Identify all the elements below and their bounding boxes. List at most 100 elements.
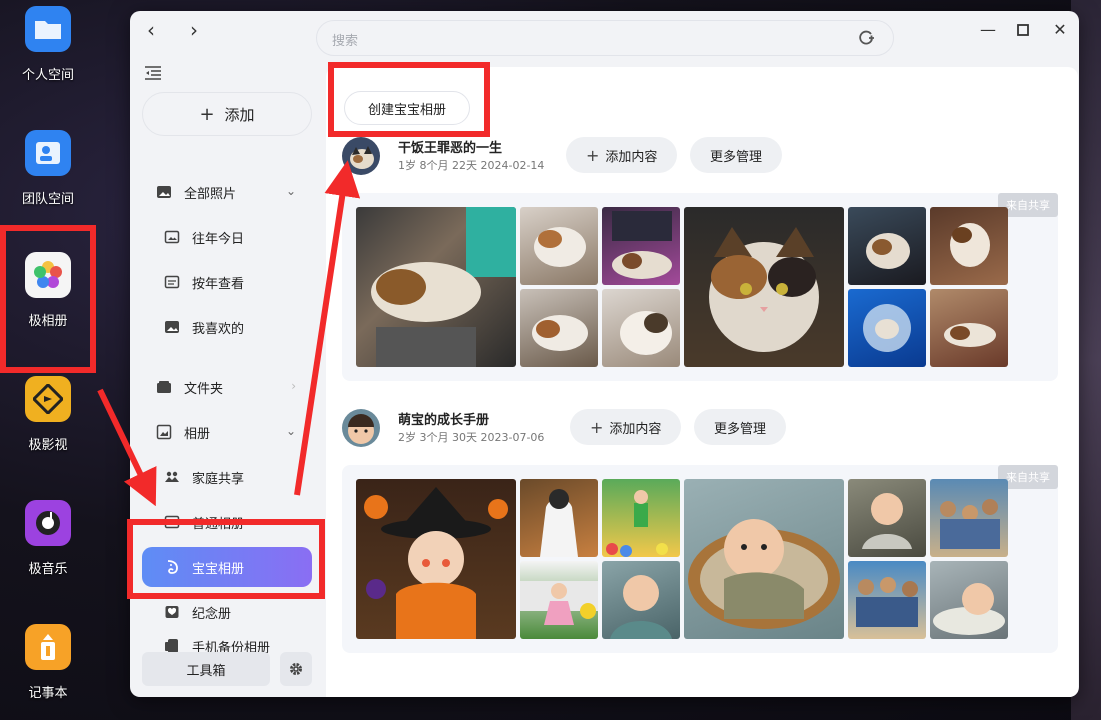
- settings-button[interactable]: [280, 652, 312, 686]
- photo-thumbnail[interactable]: [848, 289, 926, 367]
- sidebar-item-label: 文件夹: [184, 381, 224, 397]
- back-button[interactable]: ‹: [139, 19, 163, 43]
- desktop-icon-personal-space[interactable]: 个人空间: [8, 6, 88, 83]
- photo-thumbnail[interactable]: [602, 289, 680, 367]
- photo-thumbnail[interactable]: [930, 289, 1008, 367]
- chevron-right-icon[interactable]: ›: [291, 379, 296, 393]
- desktop-icon-video[interactable]: 极影视: [8, 376, 88, 453]
- avatar[interactable]: [342, 137, 380, 175]
- photo-icon: [157, 186, 171, 198]
- more-manage-label: 更多管理: [714, 421, 767, 437]
- search-bar[interactable]: 搜索: [316, 20, 894, 56]
- photo-thumbnail[interactable]: [848, 207, 926, 285]
- music-icon: [25, 500, 71, 546]
- photo-thumbnail[interactable]: [520, 561, 598, 639]
- main-content: 创建宝宝相册 干饭王罪恶的一生 1岁 8个月 22天 2024-02-14 + …: [326, 67, 1078, 697]
- sidebar-item-favorites[interactable]: 我喜欢的: [142, 307, 312, 347]
- album-meta: 2岁 3个月 30天 2023-07-06: [398, 431, 545, 444]
- sidebar-item-this-day[interactable]: 往年今日: [142, 217, 312, 257]
- sidebar-item-by-year[interactable]: 按年查看: [142, 262, 312, 302]
- photo-thumbnail[interactable]: [602, 479, 680, 557]
- plus-icon: +: [590, 417, 604, 437]
- photo-thumbnail[interactable]: [930, 479, 1008, 557]
- sidebar-item-albums[interactable]: 相册 ⌄: [142, 412, 312, 452]
- folder-icon: [25, 6, 71, 52]
- desktop-icon-team-space[interactable]: 团队空间: [8, 130, 88, 207]
- memorial-icon: [165, 606, 179, 618]
- annotation-box-baby-album: [127, 519, 325, 599]
- album-header: 干饭王罪恶的一生 1岁 8个月 22天 2024-02-14 + 添加内容 更多…: [342, 137, 1058, 183]
- minimize-button[interactable]: —: [976, 19, 1000, 43]
- add-content-label: 添加内容: [609, 421, 662, 437]
- photo-thumbnail[interactable]: [602, 207, 680, 285]
- photo-thumbnail[interactable]: [684, 207, 844, 367]
- collapse-sidebar-icon[interactable]: [144, 65, 162, 81]
- photo-thumbnail[interactable]: [848, 561, 926, 639]
- photo-thumbnail[interactable]: [356, 479, 516, 639]
- search-placeholder: 搜索: [332, 34, 359, 49]
- toolbox-button[interactable]: 工具箱: [142, 652, 270, 686]
- desktop-icon-label: 团队空间: [21, 192, 74, 207]
- sidebar-item-folders[interactable]: 文件夹 ›: [142, 367, 312, 407]
- add-button[interactable]: + 添加: [142, 92, 312, 136]
- image-icon: [164, 230, 180, 244]
- photo-thumbnail[interactable]: [848, 479, 926, 557]
- forward-button[interactable]: ›: [182, 19, 206, 43]
- desktop-icon-label: 记事本: [28, 686, 68, 701]
- sidebar: + 添加 全部照片 ⌄ 往年今日 按年查看 我喜欢的 文件夹 › 相册 ⌄ 家庭…: [130, 56, 324, 697]
- photo-thumbnail[interactable]: [930, 207, 1008, 285]
- photo-thumbnail[interactable]: [520, 479, 598, 557]
- annotation-box-create-button: [328, 62, 490, 137]
- album-photo-grid: 来自共享: [342, 193, 1058, 381]
- album-title: 干饭王罪恶的一生: [398, 141, 503, 156]
- sidebar-item-label: 纪念册: [192, 606, 232, 622]
- photo-thumbnail[interactable]: [520, 207, 598, 285]
- photo-thumbnail[interactable]: [684, 479, 844, 639]
- chevron-down-icon[interactable]: ⌄: [286, 424, 296, 438]
- avatar[interactable]: [342, 409, 380, 447]
- more-manage-button[interactable]: 更多管理: [690, 137, 783, 173]
- sidebar-item-label: 按年查看: [192, 276, 245, 292]
- photo-thumbnail[interactable]: [356, 207, 516, 367]
- plus-icon: +: [199, 103, 215, 125]
- annotation-box-photos-app: [0, 225, 96, 373]
- add-content-label: 添加内容: [605, 149, 658, 165]
- favorite-photo-icon: [165, 321, 179, 333]
- video-icon: [25, 376, 71, 422]
- album-card: 萌宝的成长手册 2岁 3个月 30天 2023-07-06 + 添加内容 更多管…: [342, 409, 1058, 653]
- sidebar-item-label: 我喜欢的: [192, 321, 245, 337]
- maximize-icon: [1017, 24, 1029, 36]
- more-manage-button[interactable]: 更多管理: [694, 409, 787, 445]
- desktop-icon-music[interactable]: 极音乐: [8, 500, 88, 577]
- plus-icon: +: [586, 145, 600, 165]
- sidebar-item-label: 家庭共享: [192, 471, 245, 487]
- calendar-icon: [164, 275, 180, 289]
- desktop-icon-notepad[interactable]: 记事本: [8, 624, 88, 701]
- close-button[interactable]: ✕: [1048, 19, 1072, 43]
- sidebar-item-label: 全部照片: [184, 186, 237, 202]
- add-button-label: 添加: [224, 105, 255, 124]
- maximize-button[interactable]: [1011, 19, 1035, 43]
- photo-thumbnail[interactable]: [602, 561, 680, 639]
- desktop-icon-label: 个人空间: [21, 68, 74, 83]
- family-icon: [165, 471, 179, 482]
- album-meta: 1岁 8个月 22天 2024-02-14: [398, 159, 545, 172]
- photo-thumbnail[interactable]: [930, 561, 1008, 639]
- sidebar-item-label: 往年今日: [192, 231, 245, 247]
- add-content-button[interactable]: + 添加内容: [570, 409, 682, 445]
- photo-thumbnail[interactable]: [520, 289, 598, 367]
- add-content-button[interactable]: + 添加内容: [566, 137, 678, 173]
- more-manage-label: 更多管理: [710, 149, 763, 165]
- team-icon: [25, 130, 71, 176]
- gear-icon: [290, 663, 302, 675]
- desktop-icon-label: 极音乐: [28, 562, 68, 577]
- notepad-icon: [25, 624, 71, 670]
- album-header: 萌宝的成长手册 2岁 3个月 30天 2023-07-06 + 添加内容 更多管…: [342, 409, 1058, 455]
- sidebar-item-all-photos[interactable]: 全部照片 ⌄: [142, 172, 312, 212]
- desktop-icon-label: 极影视: [28, 438, 68, 453]
- album-title: 萌宝的成长手册: [398, 413, 490, 428]
- chevron-down-icon[interactable]: ⌄: [286, 184, 296, 198]
- sidebar-item-label: 相册: [184, 426, 211, 442]
- sidebar-item-family-share[interactable]: 家庭共享: [142, 457, 312, 497]
- image-search-icon[interactable]: [857, 29, 875, 47]
